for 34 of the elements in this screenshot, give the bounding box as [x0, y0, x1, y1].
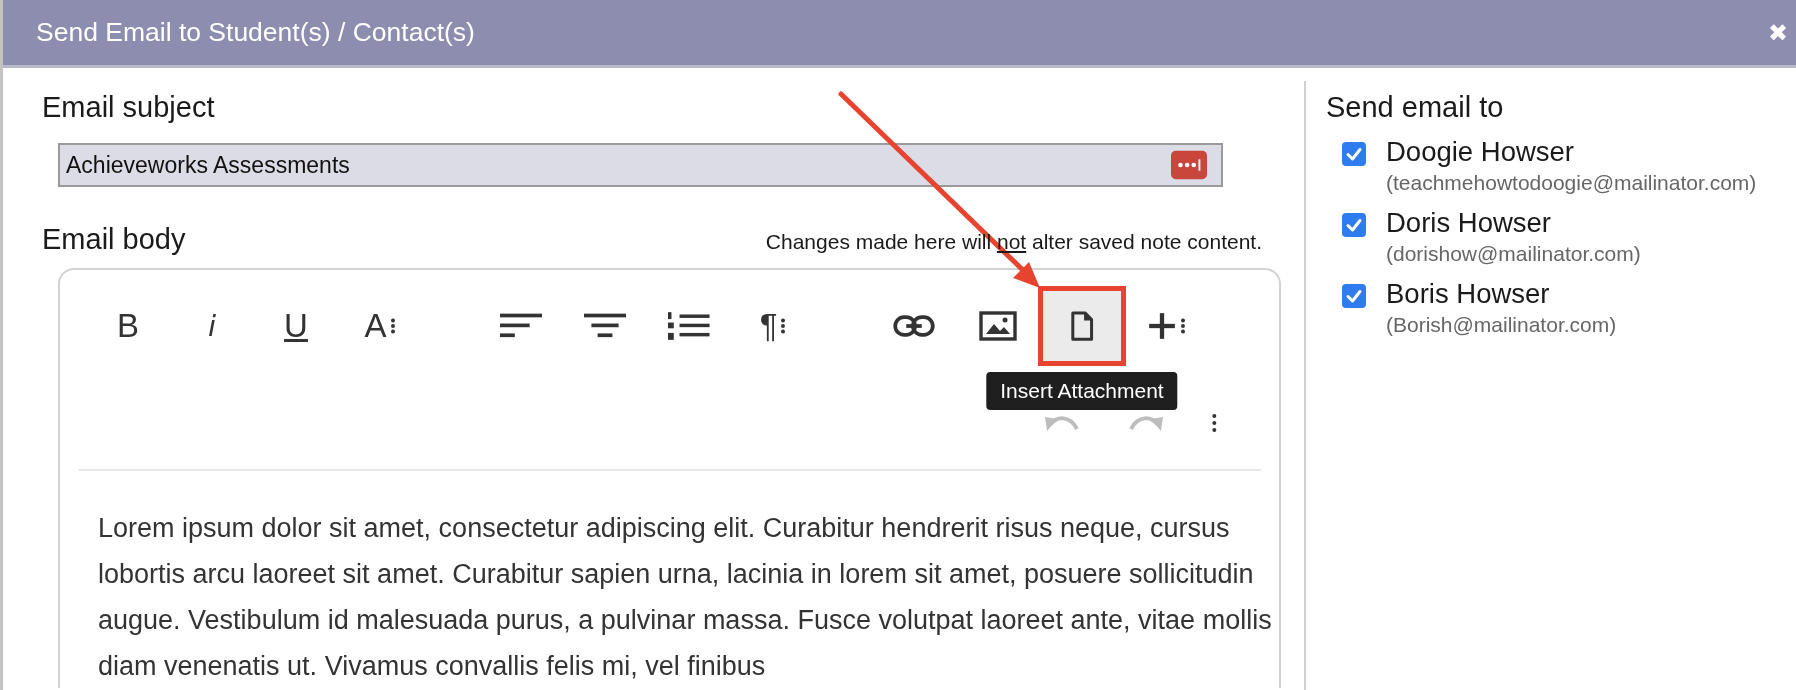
field-label: Email body — [42, 223, 186, 256]
note-text: Changes made here will not alter saved note content. — [765, 230, 1262, 255]
body-text[interactable]: Lorem ipsum dolor sit amet, consectetur adipiscing elit. Curabitur hendrerit risus neque, cursus lobortis arcu laoreet sit amet. Curabitur sapien urna, lacinia in lorem sit amet, posuere sollicitudin augue. Vestibulum id malesuada purus, a pulvinar massa. Fusce volutpat laoreet ante, vitae mollis diam venenatis ut. Vivamus convallis felis mi, vel finibus — [98, 505, 1273, 689]
subject-field[interactable]: Achieveworks Assessments — [58, 143, 1223, 187]
toolbar-button[interactable]: i — [182, 286, 242, 366]
checkbox[interactable] — [1342, 142, 1366, 166]
plus-icon — [1146, 311, 1177, 341]
password-manager-icon[interactable] — [1171, 150, 1207, 180]
redo-icon — [1128, 413, 1165, 433]
recipient-name: Boris Howser — [1386, 278, 1551, 310]
file-icon — [1069, 311, 1095, 341]
field-label: Email subject — [42, 91, 216, 124]
checkbox[interactable] — [1342, 213, 1366, 237]
dots-icon — [1179, 317, 1186, 335]
recipient-email: (Borish@mailinator.com) — [1386, 313, 1617, 337]
more-icon — [1212, 413, 1217, 433]
numbered-list-icon — [668, 311, 710, 341]
toolbar-button[interactable]: B — [98, 286, 158, 366]
undo-icon — [1044, 413, 1081, 433]
dots-icon — [389, 317, 396, 335]
tooltip: Insert Attachment — [986, 372, 1178, 410]
toolbar-button[interactable]: A — [350, 286, 410, 366]
dialog-title: Send Email to Student(s) / Contact(s) — [36, 17, 475, 48]
toolbar-button[interactable]: ¶ — [743, 286, 803, 366]
section-label: Send email to — [1326, 91, 1505, 124]
recipient-name: Doris Howser — [1386, 207, 1553, 239]
toolbar-button[interactable] — [1212, 413, 1217, 433]
recipient-name: Doogie Howser — [1386, 136, 1575, 168]
dots-icon — [780, 317, 787, 335]
toolbar-button[interactable]: U — [266, 286, 326, 366]
image-icon — [979, 311, 1017, 341]
recipient-email: (dorishow@mailinator.com) — [1386, 242, 1641, 266]
checkbox[interactable] — [1342, 284, 1366, 308]
recipient-email: (teachmehowtodoogie@mailinator.com) — [1386, 171, 1757, 195]
